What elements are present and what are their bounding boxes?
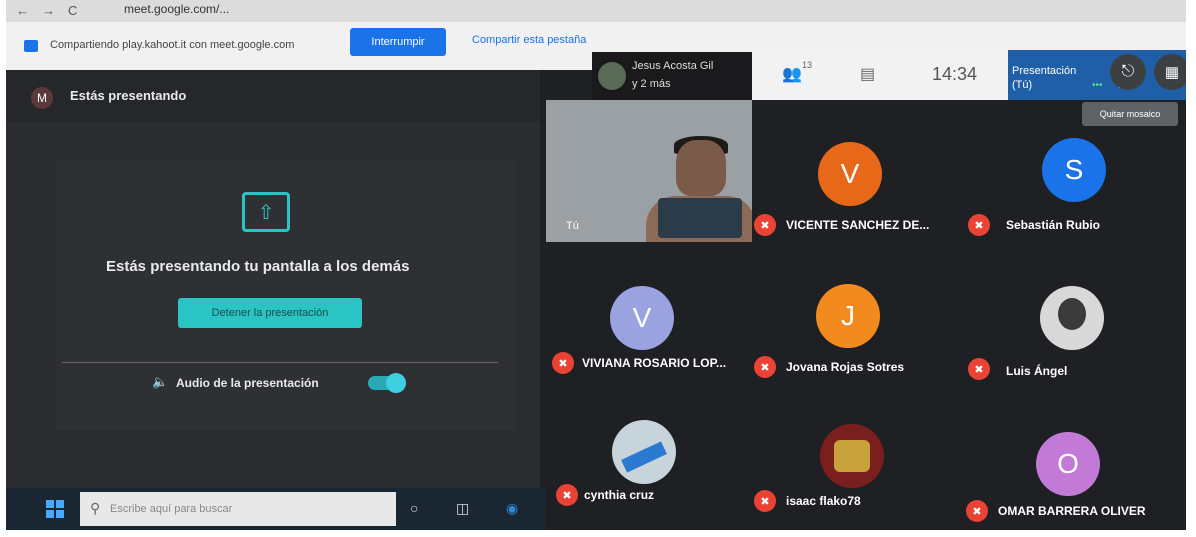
people-count: 13 [802, 60, 813, 70]
mic-off-icon: ✖ [754, 214, 776, 236]
edge-icon[interactable]: ◉ [506, 500, 518, 517]
presenter-name: Jesus Acosta Gil [632, 60, 714, 72]
presentation-label: Presentación (Tú) [1012, 65, 1077, 91]
interrupt-button[interactable]: Interrumpir [350, 28, 446, 56]
toggle-knob [386, 373, 406, 393]
speaker-icon: 🔈 [152, 374, 169, 389]
participant-name: isaac flako78 [786, 494, 861, 508]
pin-icon[interactable]: ⎋ [1110, 54, 1146, 90]
avatar-graphic [621, 441, 667, 473]
participant-name: VICENTE SANCHEZ DE... [786, 218, 930, 232]
participant-name: VIVIANA ROSARIO LOP... [582, 356, 727, 370]
audio-dots-icon: ••• [1092, 80, 1103, 91]
tab-share-icon [24, 40, 38, 52]
avatar [1040, 286, 1104, 350]
search-placeholder: Escribe aquí para buscar [110, 503, 233, 515]
presenting-header: M Estás presentando [6, 70, 540, 122]
taskbar-search-input[interactable]: ⚲ Escribe aquí para buscar [80, 492, 396, 526]
presenter-avatar [598, 62, 626, 90]
avatar: S [1042, 138, 1106, 202]
participant-name: OMAR BARRERA OLIVER [998, 504, 1146, 518]
avatar [612, 420, 676, 484]
mic-off-icon: ✖ [968, 214, 990, 236]
tooltip: Quitar mosaico [1082, 102, 1178, 126]
phone-in-hand [658, 198, 742, 238]
chat-icon[interactable]: ▤ [860, 64, 875, 84]
windows-taskbar: ⚲ Escribe aquí para buscar ○ ◫ ◉ [6, 488, 546, 530]
present-screen-icon: ⇧ [242, 192, 290, 232]
avatar: J [816, 284, 880, 348]
presenter-more: y 2 más [632, 78, 671, 90]
divider [62, 362, 498, 363]
forward-icon[interactable]: → [42, 3, 55, 18]
avatar-graphic [834, 440, 870, 472]
self-face [676, 140, 726, 196]
avatar: O [1036, 432, 1100, 496]
windows-start-icon[interactable] [46, 500, 64, 518]
stop-presenting-button[interactable]: Detener la presentación [178, 298, 362, 328]
mic-off-icon: ✖ [966, 500, 988, 522]
avatar: V [818, 142, 882, 206]
search-icon: ⚲ [90, 500, 101, 516]
clock-time: 14:34 [932, 64, 978, 84]
reload-icon[interactable]: C [68, 3, 77, 18]
task-view-icon[interactable]: ◫ [456, 500, 469, 517]
presenting-title: Estás presentando [70, 88, 187, 103]
back-icon[interactable]: ← [16, 3, 29, 18]
presenting-message: Estás presentando tu pantalla a los demá… [106, 258, 410, 275]
cortana-icon[interactable]: ○ [410, 500, 418, 516]
url-text[interactable]: meet.google.com/... [124, 2, 229, 16]
call-top-bar: Jesus Acosta Gil y 2 más 👥 13 ▤ 14:34 Pr… [546, 44, 1186, 100]
browser-address-bar: ← → C meet.google.com/... [6, 0, 1186, 22]
audio-toggle[interactable] [368, 373, 406, 393]
self-video-tile[interactable]: Tú [546, 100, 752, 242]
people-icon[interactable]: 👥 [782, 64, 802, 84]
mic-off-icon: ✖ [754, 356, 776, 378]
participant-name: Luis Ángel [1006, 364, 1068, 378]
unpin-tile-icon[interactable]: ▦ [1154, 54, 1186, 90]
mic-off-icon: ✖ [556, 484, 578, 506]
presenting-panel: M Estás presentando ⇧ Estás presentando … [6, 70, 540, 488]
mic-off-icon: ✖ [968, 358, 990, 380]
audio-label: Audio de la presentación [176, 376, 319, 390]
participant-name: Jovana Rojas Sotres [786, 360, 905, 374]
avatar: V [610, 286, 674, 350]
share-message: Compartiendo play.kahoot.it con meet.goo… [50, 39, 295, 51]
avatar [820, 424, 884, 488]
screen: ← → C meet.google.com/... Compartiendo p… [6, 0, 1186, 530]
avatar-face [1058, 298, 1086, 330]
call-controls-bar: 👥 13 ▤ 14:34 [752, 50, 1008, 100]
participant-name: Sebastián Rubio [1006, 218, 1101, 232]
avatar: M [31, 87, 53, 109]
self-label: Tú [566, 220, 579, 232]
participant-name: cynthia cruz [584, 488, 655, 502]
mic-off-icon: ✖ [754, 490, 776, 512]
mic-off-icon: ✖ [552, 352, 574, 374]
